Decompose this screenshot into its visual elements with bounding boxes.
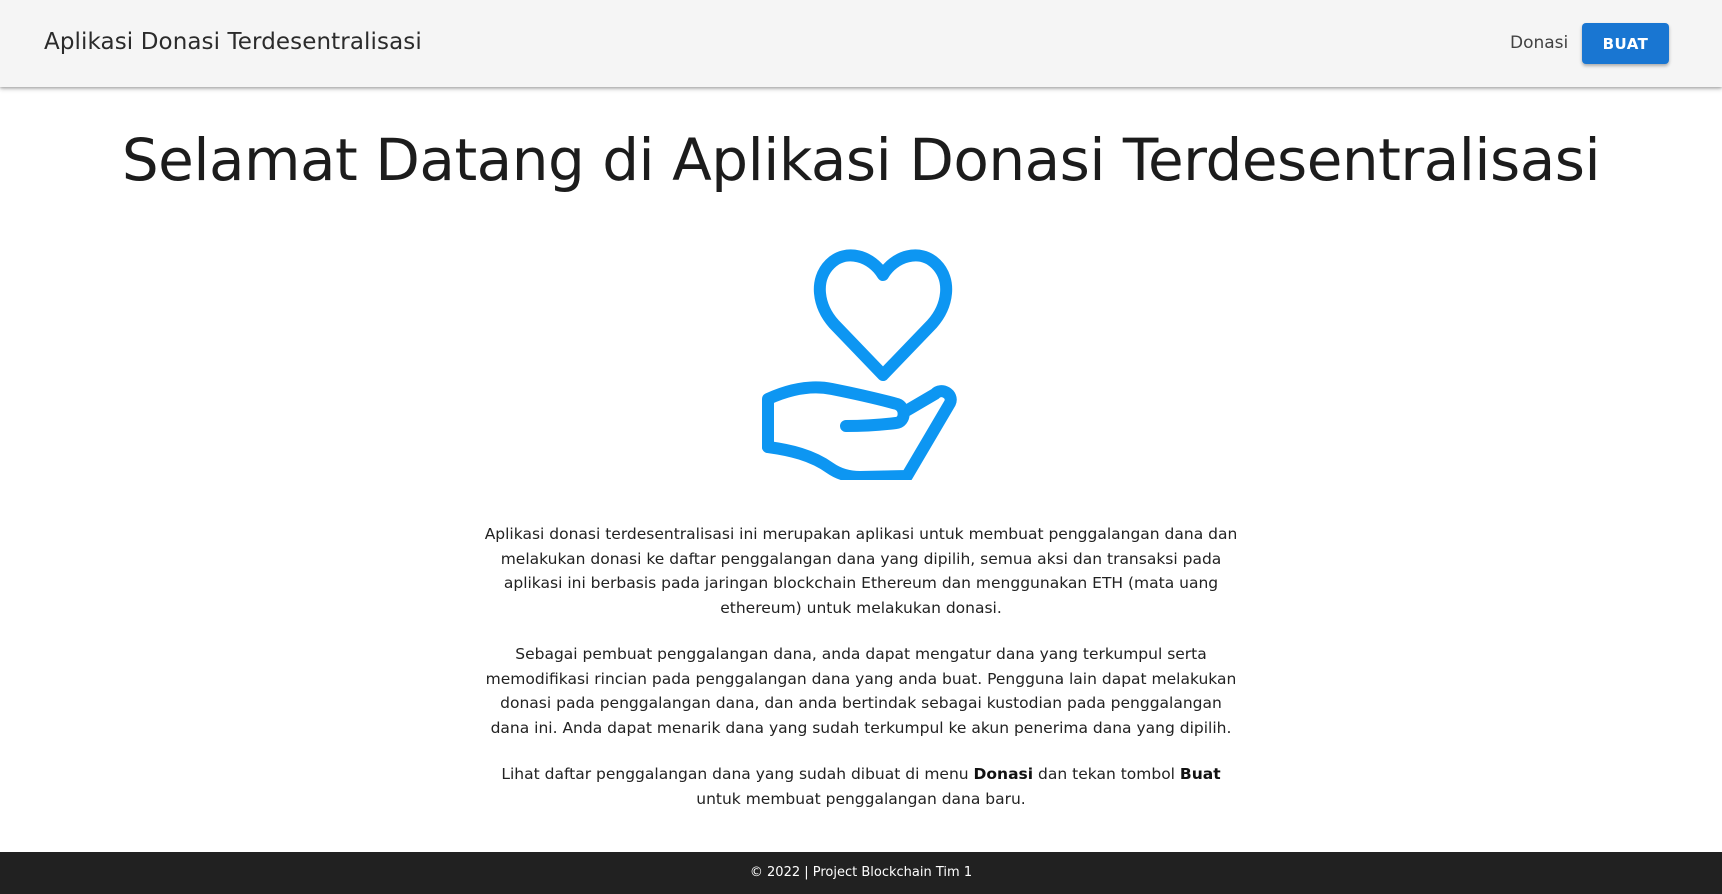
creator-paragraph: Sebagai pembuat penggalangan dana, anda … xyxy=(485,645,1237,737)
page-title: Selamat Datang di Aplikasi Donasi Terdes… xyxy=(121,126,1601,194)
top-navbar: Aplikasi Donasi Terdesentralisasi Donasi… xyxy=(0,0,1722,87)
intro-paragraph: Aplikasi donasi terdesentralisasi ini me… xyxy=(484,525,1238,617)
page-footer: © 2022 | Project Blockchain Tim 1 xyxy=(0,852,1722,894)
instruction-text-2: dan tekan tombol xyxy=(1033,765,1180,783)
buat-button[interactable]: BUAT xyxy=(1582,23,1669,64)
app-brand-title[interactable]: Aplikasi Donasi Terdesentralisasi xyxy=(44,29,422,55)
instruction-text-1: Lihat daftar penggalangan dana yang suda… xyxy=(501,765,974,783)
description-text: Aplikasi donasi terdesentralisasi ini me… xyxy=(480,522,1242,833)
heart-hand-icon xyxy=(762,249,957,480)
nav-link-donasi[interactable]: Donasi xyxy=(1510,33,1568,53)
instruction-bold-donasi: Donasi xyxy=(973,765,1034,783)
footer-copyright: © 2022 | Project Blockchain Tim 1 xyxy=(749,865,973,880)
instruction-paragraph: Lihat daftar penggalangan dana yang suda… xyxy=(480,762,1242,811)
instruction-bold-buat: Buat xyxy=(1179,765,1221,783)
instruction-text-3: untuk membuat penggalangan dana baru. xyxy=(696,789,1026,808)
